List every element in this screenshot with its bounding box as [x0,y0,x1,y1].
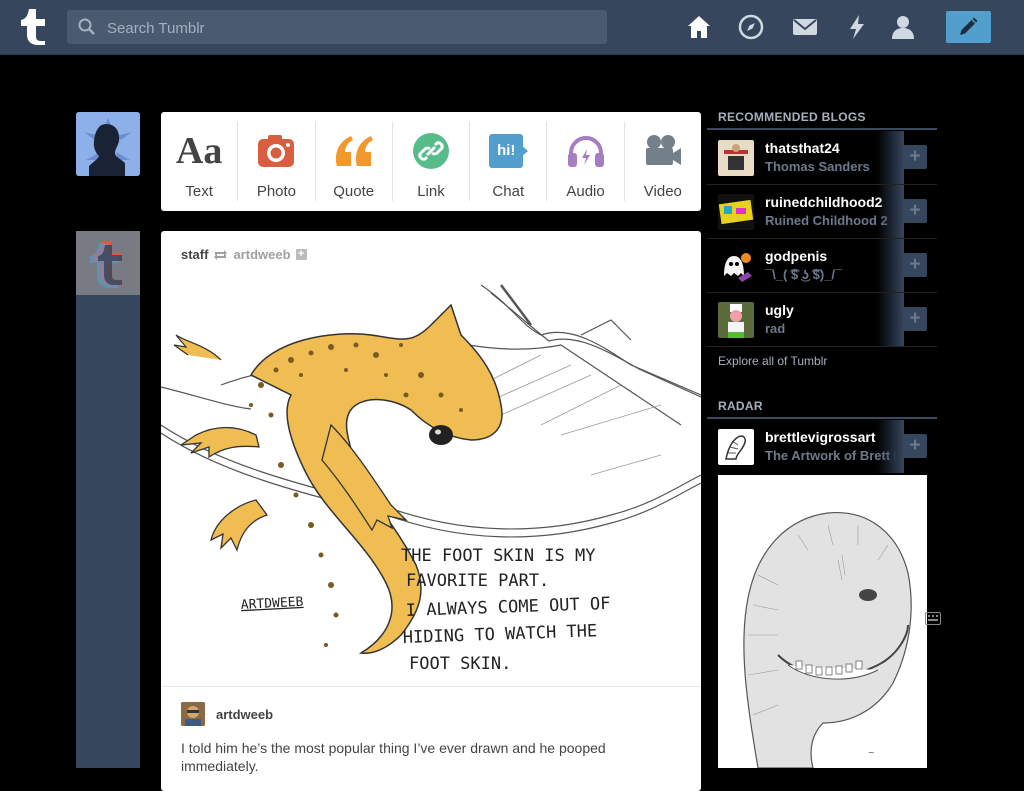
follow-button[interactable]: + [903,145,927,169]
silhouette-avatar-image [76,112,140,176]
row-fade [877,185,904,238]
headphones-audio-icon [567,136,604,167]
post-type-audio[interactable]: Audio [547,122,625,201]
recommended-blog-row[interactable]: godpenis ¯\_( ͡$ ͜ʖ ͡$)_/¯ + [707,239,937,293]
artwork-text-line: THE FOOT SKIN IS MY [401,546,595,566]
recommended-blog-row[interactable]: thatsthat24 Thomas Sanders + [707,131,937,185]
post-type-label: Quote [333,183,375,200]
chat-bubble-icon: hi! [489,134,529,168]
post-type-video[interactable]: Video [625,122,701,201]
staff-tumblr-logo-avatar [76,231,140,295]
section-rule [707,417,937,419]
blog-title: Thomas Sanders [765,159,870,174]
blog-avatar[interactable] [718,302,754,338]
gecko-artwork-image[interactable]: ARTDWEEB THE FOOT SKIN IS MY FAVORITE PA… [161,275,701,687]
recommended-blog-row[interactable]: ruinedchildhood2 Ruined Childhood 2 + [707,185,937,239]
post-type-label: Link [417,183,445,200]
inbox-mail-icon[interactable] [792,14,818,40]
quote-marks-icon [335,136,373,166]
top-navigation-bar [0,0,1024,55]
compose-button[interactable] [946,11,991,43]
staff-avatar[interactable] [76,231,140,295]
post-type-label: Video [643,183,682,200]
recommended-blogs-heading: RECOMMENDED BLOGS [718,110,866,124]
author-name[interactable]: artdweeb [216,707,273,722]
post-type-label: Audio [566,183,605,200]
reblogger-name[interactable]: staff [181,247,208,262]
post-caption: I told him he’s the most popular thing I… [181,740,606,774]
section-rule [707,128,937,130]
post-type-link[interactable]: Link [393,122,471,201]
tumblr-logo-icon[interactable] [17,7,51,47]
home-icon[interactable] [686,14,712,40]
camera-photo-icon [258,135,295,167]
search-input[interactable] [105,10,589,46]
blog-avatar[interactable] [718,140,754,176]
compose-pencil-icon [960,17,978,35]
author-avatar[interactable] [181,702,205,726]
source-blog-name[interactable]: artdweeb [233,247,290,262]
artwork-text-line: FOOT SKIN. [409,654,511,674]
row-fade [877,239,904,292]
blog-avatar[interactable] [718,429,754,465]
follow-button[interactable]: + [903,253,927,277]
post-header: staff artdweeb + [181,247,307,262]
link-chain-icon [412,133,449,169]
blog-avatar[interactable] [718,194,754,230]
post-type-label: Chat [492,183,525,200]
user-avatar[interactable] [76,112,140,176]
svg-text:~: ~ [868,748,875,757]
reblog-icon [214,249,228,260]
video-camera-icon [645,135,681,165]
post-type-quote[interactable]: Quote [316,122,393,201]
blog-title: Ruined Childhood 2 [765,213,888,228]
post-type-text[interactable]: Aa Text [161,122,239,201]
post-type-photo[interactable]: Photo [238,122,316,201]
follow-button[interactable]: + [903,307,927,331]
row-fade [877,293,904,346]
dashboard-post: staff artdweeb + ARTDWEEB THE FOOT SKIN … [161,231,701,791]
follow-button[interactable]: + [903,199,927,223]
post-divider [161,686,701,687]
explore-compass-icon[interactable] [738,14,764,40]
post-type-bar: Aa Text Photo Quote Link hi! Chat Audio … [161,112,701,211]
post-type-label: Photo [256,183,297,200]
radar-blog-row[interactable]: brettlevigrossart The Artwork of Brett L… [707,420,937,473]
text-icon: Aa [175,130,223,172]
post-type-label: Text [185,183,213,200]
search-bar[interactable] [67,10,607,46]
author-avatar-image [181,702,205,726]
account-person-icon[interactable] [890,14,916,40]
explore-all-link[interactable]: Explore all of Tumblr [718,354,827,368]
radar-heading: RADAR [718,399,763,413]
blog-title: The Artwork of Brett Levigross [765,448,895,463]
post-type-chat[interactable]: hi! Chat [470,122,548,201]
blog-title: ¯\_( ͡$ ͜ʖ ͡$)_/¯ [765,267,843,282]
activity-lightning-icon[interactable] [844,14,870,40]
follow-button[interactable]: + [903,434,927,458]
post-sidebar-strip [76,231,140,768]
row-fade [877,131,904,184]
keyboard-shortcuts-icon[interactable] [925,612,941,625]
artwork-text-line: FAVORITE PART. [406,571,549,591]
search-icon [78,18,95,35]
recommended-blog-row[interactable]: ugly rad + [707,293,937,347]
follow-source-plus-icon[interactable]: + [295,249,307,260]
row-fade [877,420,904,473]
blog-avatar[interactable] [718,248,754,284]
blog-title: rad [765,321,786,336]
radar-dinosaur-drawing-image[interactable]: ~ [718,475,927,768]
